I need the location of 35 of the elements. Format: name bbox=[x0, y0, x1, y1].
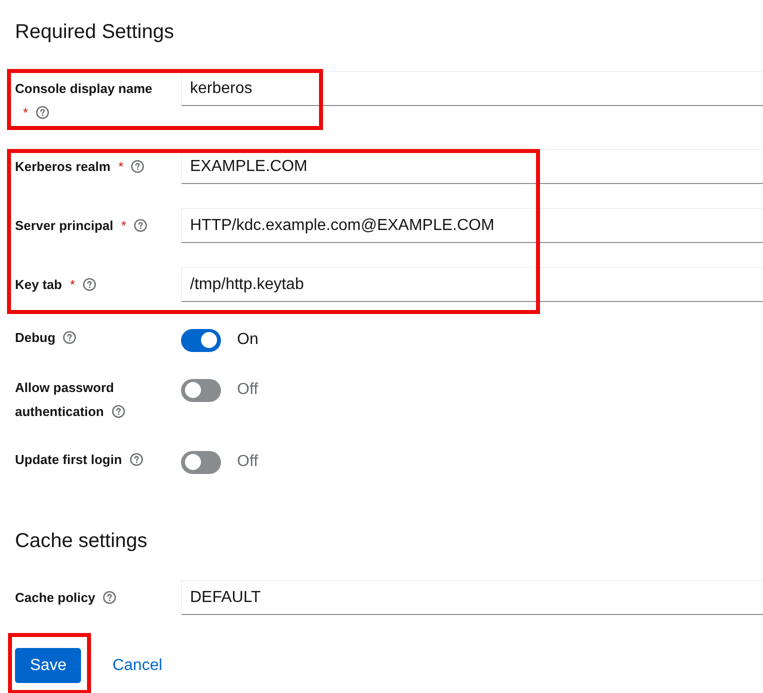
section-heading: Required Settings bbox=[15, 20, 175, 44]
field-label: Key tab bbox=[15, 277, 62, 292]
field-label: Update first login bbox=[15, 452, 122, 467]
field-label: Debug bbox=[15, 330, 56, 345]
required-mark: * bbox=[70, 277, 76, 292]
help-icon[interactable] bbox=[36, 106, 50, 119]
help-icon[interactable] bbox=[103, 591, 116, 604]
text-field[interactable]: /tmp/http.keytab bbox=[181, 267, 763, 302]
toggle-switch[interactable] bbox=[181, 378, 221, 402]
switch-state-label: Off bbox=[237, 380, 258, 400]
required-mark: * bbox=[121, 218, 126, 233]
field-label: Server principal bbox=[15, 218, 114, 233]
help-icon[interactable] bbox=[63, 331, 76, 344]
toggle-switch[interactable] bbox=[181, 328, 221, 352]
text-field[interactable]: kerberos bbox=[181, 71, 763, 106]
field-label: Console display name bbox=[15, 81, 152, 96]
save-button[interactable]: Save bbox=[15, 648, 82, 683]
help-icon[interactable] bbox=[112, 405, 125, 418]
required-mark: * bbox=[118, 159, 124, 174]
text-field[interactable]: DEFAULT bbox=[181, 580, 763, 615]
required-mark: * bbox=[23, 105, 28, 120]
help-icon[interactable] bbox=[131, 160, 144, 173]
cancel-link[interactable]: Cancel bbox=[97, 648, 178, 683]
help-icon[interactable] bbox=[130, 453, 143, 466]
switch-state-label: Off bbox=[237, 452, 258, 472]
field-label: Kerberos realm bbox=[15, 159, 110, 174]
help-icon[interactable] bbox=[83, 278, 96, 291]
field-label: Allow password authentication bbox=[15, 380, 114, 419]
field-label: Cache policy bbox=[15, 590, 96, 605]
text-field[interactable]: HTTP/kdc.example.com@EXAMPLE.COM bbox=[181, 208, 763, 243]
help-icon[interactable] bbox=[134, 219, 148, 232]
switch-state-label: On bbox=[237, 330, 258, 350]
text-field[interactable]: EXAMPLE.COM bbox=[181, 149, 763, 184]
section-heading: Cache settings bbox=[15, 529, 148, 553]
toggle-switch[interactable] bbox=[181, 450, 221, 474]
